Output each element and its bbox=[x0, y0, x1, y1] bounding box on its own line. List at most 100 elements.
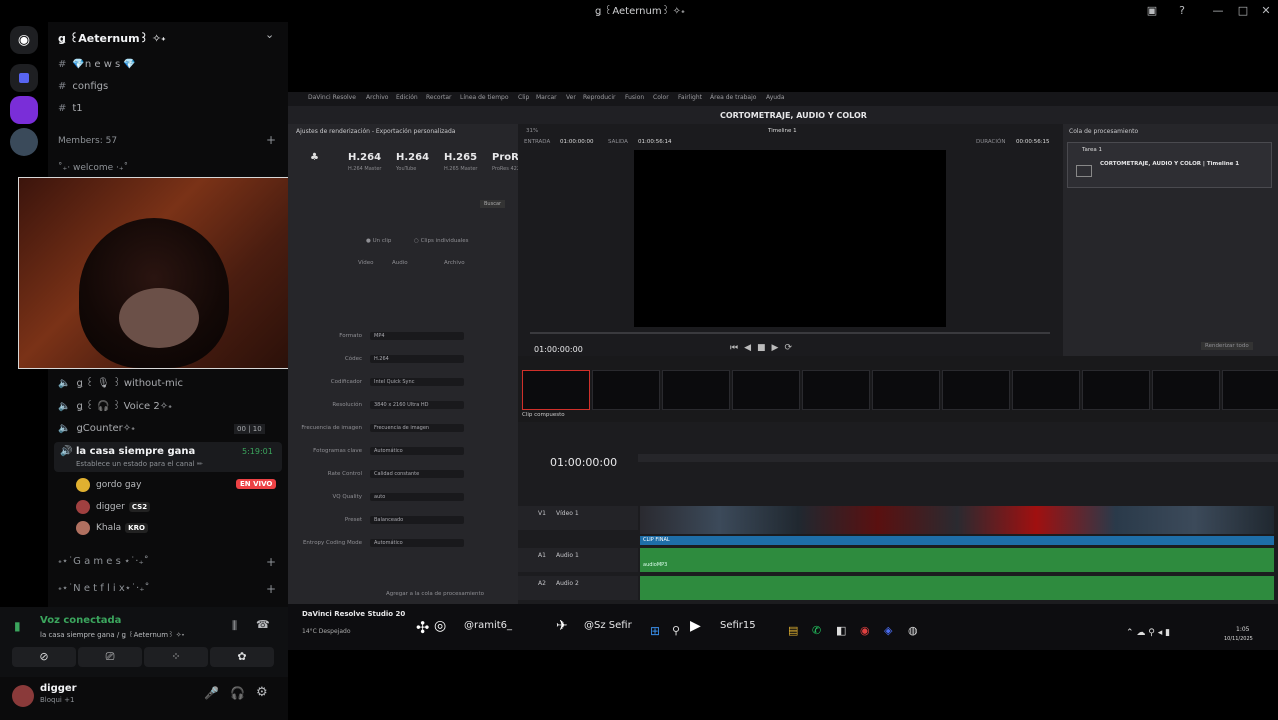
zoom-level[interactable]: 31% bbox=[526, 128, 538, 134]
active-voice-channel[interactable]: 🔊 la casa siempre gana 5:19:01 Establece… bbox=[54, 442, 282, 472]
menu-item[interactable]: DaVinci Resolve bbox=[308, 94, 356, 101]
add-channel-icon[interactable]: + bbox=[266, 133, 276, 147]
search-icon[interactable]: ⚲ bbox=[672, 624, 680, 637]
menu-item[interactable]: Área de trabajo bbox=[710, 94, 756, 101]
settings-dropdown[interactable]: H.264 bbox=[370, 355, 464, 363]
close-icon[interactable]: ✕ bbox=[1258, 3, 1274, 19]
voice-channel[interactable]: 🔈 ǥ ꒰ 🎧 ꒱ Voice 2✧˖ bbox=[58, 397, 172, 417]
category-games[interactable]: ˖⋆˙G a m e s ⋆˙‧₊˚ bbox=[58, 556, 149, 567]
voice-user[interactable]: digger CS2 bbox=[76, 498, 151, 516]
menu-item[interactable]: Clip bbox=[518, 94, 529, 101]
clip-thumbnail[interactable] bbox=[1082, 370, 1150, 410]
microphone-icon[interactable]: 🎤 bbox=[204, 686, 219, 700]
chrome-icon[interactable]: ◉ bbox=[860, 624, 870, 637]
settings-dropdown[interactable]: Calidad constante bbox=[370, 470, 464, 478]
server-icon-1[interactable] bbox=[10, 64, 38, 92]
menu-item[interactable]: Color bbox=[653, 94, 669, 101]
clip-thumbnail[interactable] bbox=[592, 370, 660, 410]
scrubber-bar[interactable] bbox=[530, 332, 1050, 334]
voice-user[interactable]: gordo gay bbox=[76, 476, 141, 494]
noise-suppression-icon[interactable]: ⫼ bbox=[232, 619, 237, 633]
menu-item[interactable]: Ayuda bbox=[766, 94, 785, 101]
add-channel-icon[interactable]: + bbox=[266, 555, 276, 569]
clip-thumbnail[interactable] bbox=[662, 370, 730, 410]
disconnect-icon[interactable]: ☎ bbox=[256, 618, 270, 631]
clip-thumbnail[interactable] bbox=[522, 370, 590, 410]
track-header[interactable]: A1 Audio 1 bbox=[518, 548, 638, 572]
tab-file[interactable]: Archivo bbox=[444, 260, 465, 266]
timeline-ruler[interactable] bbox=[638, 454, 1278, 462]
add-channel-icon[interactable]: + bbox=[266, 582, 276, 596]
single-clip-radio[interactable]: ● Un clip bbox=[366, 238, 391, 244]
render-all-button[interactable]: Renderizar todo bbox=[1201, 342, 1253, 350]
server-icon-2[interactable] bbox=[10, 96, 38, 124]
discord-taskbar-icon[interactable]: ◈ bbox=[884, 624, 892, 637]
add-to-queue-button[interactable]: Agregar a la cola de procesamiento bbox=[386, 591, 484, 597]
server-icon-3[interactable] bbox=[10, 128, 38, 156]
resolve-taskbar-icon[interactable]: ◍ bbox=[908, 624, 918, 637]
clip-thumbnail[interactable] bbox=[1222, 370, 1278, 410]
settings-dropdown[interactable]: 3840 x 2160 Ultra HD bbox=[370, 401, 464, 409]
clip-thumbnail[interactable] bbox=[732, 370, 800, 410]
settings-dropdown[interactable]: Automático bbox=[370, 539, 464, 547]
app-icon[interactable]: ◧ bbox=[836, 624, 846, 637]
video-clip[interactable] bbox=[640, 506, 1274, 534]
server-header[interactable]: ǥ ꒰Aeternum꒱ ✧˖ bbox=[58, 30, 166, 45]
audio-clip[interactable]: audioMP3 bbox=[640, 548, 1274, 572]
channel-item[interactable]: # 💎n e w s 💎 bbox=[58, 55, 136, 75]
settings-dropdown[interactable]: MP4 bbox=[370, 332, 464, 340]
channel-item[interactable]: # configs bbox=[58, 77, 108, 97]
clip-thumbnail[interactable] bbox=[872, 370, 940, 410]
chevron-down-icon[interactable]: ⌄ bbox=[265, 28, 274, 41]
codec-preset[interactable]: H.265 bbox=[444, 152, 477, 163]
system-tray-icons[interactable]: ⌃ ☁ ⚲ ◂ ▮ bbox=[1126, 628, 1170, 638]
clip-thumbnail[interactable] bbox=[802, 370, 870, 410]
category-netflix[interactable]: ˖⋆˙N e t f l i x⋆˙‧₊˚ bbox=[58, 583, 150, 594]
codec-preset[interactable]: ProRes bbox=[492, 152, 518, 163]
clip-thumbnail[interactable] bbox=[1012, 370, 1080, 410]
track-header[interactable]: V1 Vídeo 1 bbox=[518, 506, 638, 530]
track-header[interactable]: A2 Audio 2 bbox=[518, 576, 638, 600]
audio-clip-2[interactable] bbox=[640, 576, 1274, 600]
voice-status-title[interactable]: Voz conectada bbox=[40, 615, 121, 626]
voice-user[interactable]: Khala KRO bbox=[76, 519, 148, 537]
menu-item[interactable]: Edición bbox=[396, 94, 418, 101]
activities-button[interactable]: ⁘ bbox=[144, 647, 208, 667]
render-job[interactable]: Tarea 1 CORTOMETRAJE, AUDIO Y COLOR | Ti… bbox=[1067, 142, 1272, 188]
channel-item[interactable]: # t1 bbox=[58, 99, 83, 119]
codec-preset[interactable]: H.264 bbox=[396, 152, 429, 163]
file-explorer-icon[interactable]: ▤ bbox=[788, 624, 798, 637]
transport-controls[interactable]: ⏮◀■▶⟳ bbox=[730, 343, 798, 353]
menu-item[interactable]: Marcar bbox=[536, 94, 557, 101]
whatsapp-icon[interactable]: ✆ bbox=[812, 624, 821, 637]
menu-item[interactable]: Ver bbox=[566, 94, 576, 101]
help-icon[interactable]: ? bbox=[1174, 3, 1190, 19]
screen-share-button[interactable]: ⎚ bbox=[78, 647, 142, 667]
headphones-icon[interactable]: 🎧 bbox=[230, 686, 245, 700]
clip-final[interactable]: CLIP FINAL bbox=[640, 536, 1274, 545]
menu-item[interactable]: Fairlight bbox=[678, 94, 702, 101]
maximize-icon[interactable]: □ bbox=[1235, 3, 1251, 19]
settings-dropdown[interactable]: Automático bbox=[370, 447, 464, 455]
clip-thumbnail[interactable] bbox=[942, 370, 1010, 410]
individual-clips-radio[interactable]: ○ Clips individuales bbox=[414, 238, 469, 244]
menu-item[interactable]: Archivo bbox=[366, 94, 388, 101]
codec-preset[interactable]: H.264 bbox=[348, 152, 381, 163]
welcome-category[interactable]: ˚₊‧ welcome ‧₊˚ bbox=[58, 163, 128, 173]
camera-off-button[interactable]: ⊘ bbox=[12, 647, 76, 667]
windows-start-icon[interactable]: ⊞ bbox=[650, 624, 660, 638]
settings-dropdown[interactable]: auto bbox=[370, 493, 464, 501]
clip-thumbnail[interactable] bbox=[1152, 370, 1220, 410]
menu-item[interactable]: Reproducir bbox=[583, 94, 615, 101]
voice-channel[interactable]: 🔈 ǥCounter✧˖ 00 | 10 bbox=[58, 419, 278, 439]
settings-dropdown[interactable]: Frecuencia de imagen bbox=[370, 424, 464, 432]
tab-audio[interactable]: Audio bbox=[392, 260, 408, 266]
render-preset-icon[interactable]: ♣ bbox=[310, 152, 319, 163]
browse-button[interactable]: Buscar bbox=[480, 200, 506, 208]
menu-item[interactable]: Fusion bbox=[625, 94, 644, 101]
soundboard-button[interactable]: ✿ bbox=[210, 647, 274, 667]
menu-item[interactable]: Recortar bbox=[426, 94, 452, 101]
timeline-name[interactable]: Timeline 1 bbox=[768, 128, 797, 134]
menu-item[interactable]: Línea de tiempo bbox=[460, 94, 509, 101]
inbox-icon[interactable]: ▣ bbox=[1144, 3, 1160, 19]
